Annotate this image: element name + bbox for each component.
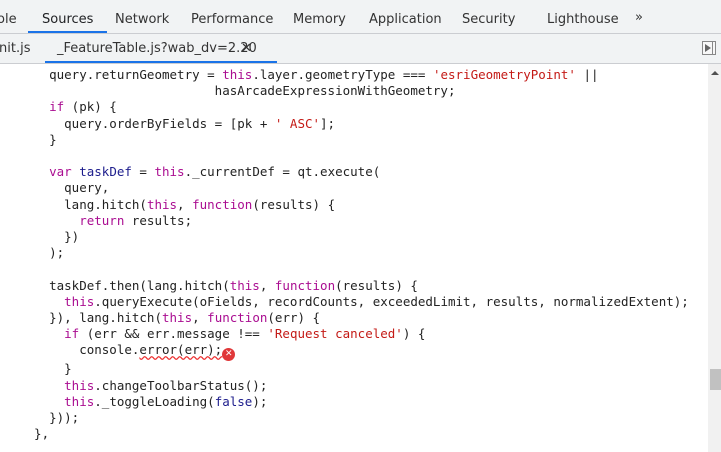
code-line: } (19, 132, 689, 148)
code-line: return results; (19, 213, 689, 229)
vertical-scrollbar[interactable] (708, 64, 721, 452)
code-token: ' ASC' (274, 115, 321, 131)
code-line: } (19, 361, 689, 377)
code-token: var (19, 164, 72, 180)
code-line: console.error(err); ✕ (19, 342, 689, 362)
code-token: = (131, 164, 155, 180)
code-token: this (19, 377, 95, 393)
code-token: ); (252, 393, 268, 409)
code-token: taskDef.then(lang.hitch( (19, 277, 230, 293)
code-token: results; (124, 212, 193, 228)
scrollbar-thumb[interactable] (710, 369, 721, 390)
close-icon[interactable]: ✕ (241, 34, 252, 63)
code-token: this (146, 196, 178, 212)
code-line: query, (19, 180, 689, 196)
code-token: function (207, 310, 268, 326)
code-token: hasArcadeExpressionWithGeometry; (19, 83, 456, 99)
code-token: (err && err.message !== (79, 326, 268, 342)
code-token: if (19, 99, 65, 115)
tab-lighthouse[interactable]: Lighthouse (547, 0, 619, 33)
code-token: lang.hitch( (19, 196, 147, 212)
code-token: , (259, 277, 275, 293)
code-token: (results) { (335, 277, 418, 293)
code-token: } (19, 361, 72, 377)
code-line: this._toggleLoading(false); (19, 394, 689, 410)
code-token: if (19, 326, 80, 342)
code-token: (pk) { (64, 99, 117, 115)
code-token: false (214, 393, 253, 409)
code-line: this.changeToolbarStatus(); (19, 378, 689, 394)
code-token: 'esriGeometryPoint' (432, 67, 576, 82)
tab-performance[interactable]: Performance (191, 0, 273, 33)
code-token: query.returnGeometry = (19, 67, 223, 82)
code-token: })); (19, 410, 80, 426)
code-token: } (19, 131, 57, 147)
code-token: .changeToolbarStatus(); (94, 377, 268, 393)
scroll-up-arrow-icon[interactable] (711, 71, 719, 75)
code-line: taskDef.then(lang.hitch(this, function(r… (19, 278, 689, 294)
code-token: this (154, 164, 185, 180)
code-token: }), lang.hitch( (19, 310, 162, 326)
code-token: this (229, 277, 260, 293)
error-token: error(err); (139, 342, 223, 358)
code-line: ); (19, 245, 689, 261)
code-line: var taskDef = this._currentDef = qt.exec… (19, 164, 689, 180)
tab-console[interactable]: ole (0, 0, 17, 33)
code-line: this.queryExecute(oFields, recordCounts,… (19, 294, 689, 310)
code-token: .layer.geometryType === (252, 67, 433, 82)
code-token: this (162, 310, 193, 326)
code-token: , (192, 310, 208, 326)
code-token: , (177, 196, 193, 212)
tab-memory[interactable]: Memory (293, 0, 346, 33)
code-token: || (575, 67, 599, 82)
code-line: query.orderByFields = [pk + ' ASC']; (19, 116, 689, 132)
code-token: }, (19, 426, 50, 442)
tab-sources[interactable]: Sources (27, 0, 108, 33)
code-token: (err) { (267, 310, 321, 326)
error-icon[interactable]: ✕ (222, 348, 236, 362)
code-editor[interactable]: query.returnGeometry = this.layer.geomet… (19, 67, 689, 442)
code-line: hasArcadeExpressionWithGeometry; (19, 83, 689, 99)
tab-network[interactable]: Network (115, 0, 169, 33)
code-line: if (err && err.message !== 'Request canc… (19, 326, 689, 342)
tab-security[interactable]: Security (462, 0, 515, 33)
code-token: function (192, 196, 253, 212)
code-token: .queryExecute(oFields, recordCounts, exc… (94, 293, 689, 309)
code-token: taskDef (71, 164, 132, 180)
code-token: ); (19, 245, 65, 261)
code-line: }), lang.hitch(this, function(err) { (19, 310, 689, 326)
tab-application[interactable]: Application (369, 0, 442, 33)
code-token: (results) { (252, 196, 336, 212)
code-token: }) (19, 229, 80, 245)
toggle-debugger-sidebar-icon[interactable] (702, 41, 716, 55)
code-line: })); (19, 410, 689, 426)
code-line: lang.hitch(this, function(results) { (19, 197, 689, 213)
file-tab-featuretable[interactable]: _FeatureTable.js?wab_dv=2.20 (45, 34, 277, 63)
panel-tab-bar: ole Sources Network Performance Memory A… (0, 0, 721, 34)
code-line: query.returnGeometry = this.layer.geomet… (19, 67, 689, 83)
code-token: 'Request canceled' (267, 326, 403, 342)
code-token: this (222, 67, 253, 82)
code-token: ]; (320, 115, 336, 131)
code-token: ) { (402, 326, 426, 342)
code-line: }) (19, 229, 689, 245)
code-token: ._toggleLoading( (94, 393, 215, 409)
code-token: this (19, 293, 95, 309)
more-tabs-icon[interactable]: » (635, 0, 643, 33)
code-token: query, (19, 180, 110, 196)
code-line: if (pk) { (19, 99, 689, 115)
code-token: console. (19, 342, 140, 358)
file-tab-init[interactable]: nit.js (0, 34, 30, 63)
code-token: function (274, 277, 336, 293)
code-token: return (19, 212, 125, 228)
code-token: query.orderByFields = [pk + (19, 115, 275, 131)
code-token: this (19, 393, 95, 409)
file-tab-bar: nit.js _FeatureTable.js?wab_dv=2.20 ✕ (0, 34, 721, 64)
code-token: ._currentDef = qt.execute( (184, 164, 381, 180)
code-line: }, (19, 426, 689, 442)
